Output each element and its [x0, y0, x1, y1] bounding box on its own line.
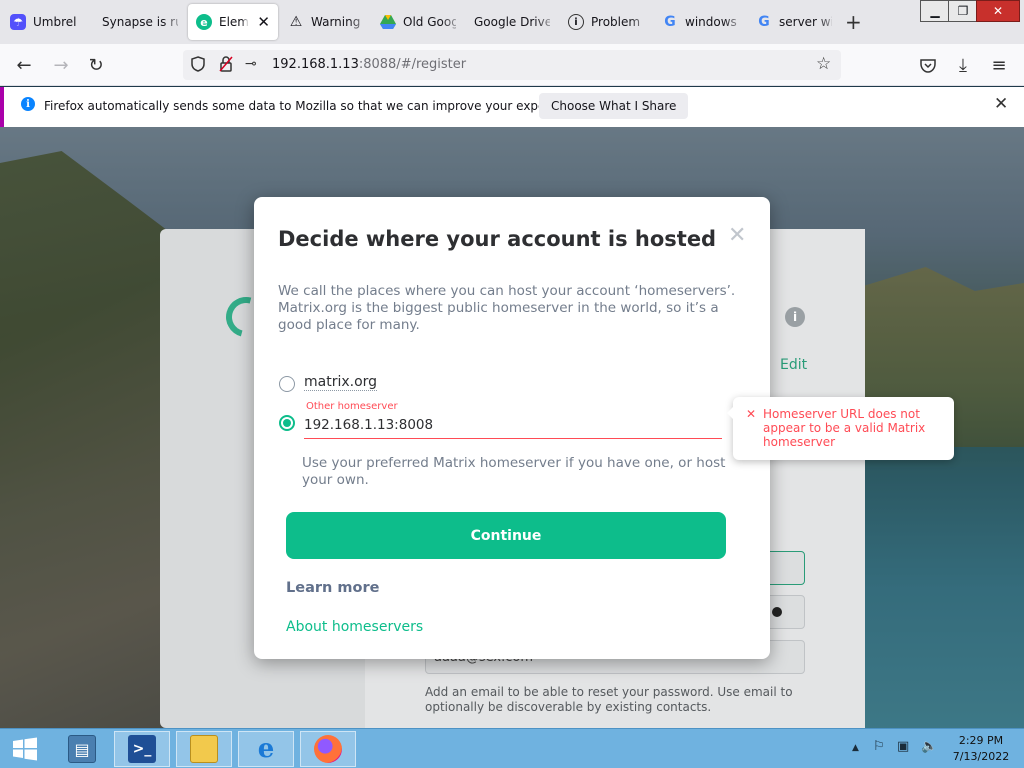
telemetry-notification: i Firefox automatically sends some data … [0, 87, 1024, 127]
back-icon[interactable]: ← [11, 53, 37, 77]
learn-more-heading: Learn more [286, 580, 380, 596]
other-homeserver-radio[interactable] [279, 415, 295, 431]
windows-logo-icon [13, 737, 37, 761]
close-tab-icon[interactable]: ✕ [257, 13, 270, 31]
url-bar[interactable]: ⊸ 192.168.1.13:8088/#/register ☆ [183, 50, 841, 80]
warning-icon: ⚠ [289, 14, 303, 30]
minimize-button[interactable]: ▁ [920, 0, 950, 22]
element-icon: e [196, 14, 212, 30]
info-icon: i [21, 97, 35, 111]
powershell-icon: >_ [128, 735, 156, 763]
flag-icon[interactable]: ⚐ [873, 739, 885, 754]
matrix-org-radio[interactable] [279, 376, 295, 392]
window-close-button[interactable]: ✕ [976, 0, 1020, 22]
firefox-icon [314, 735, 342, 763]
restore-button[interactable]: ❐ [948, 0, 978, 22]
forward-icon[interactable]: → [48, 53, 74, 77]
continue-button[interactable]: Continue [286, 512, 726, 559]
other-homeserver-description: Use your preferred Matrix homeserver if … [302, 455, 726, 488]
tab-windows[interactable]: G windows [654, 4, 746, 40]
insecure-lock-icon[interactable] [219, 56, 233, 76]
powershell-button[interactable]: >_ [114, 731, 170, 767]
dialog-description: We call the places where you can host yo… [278, 283, 736, 333]
error-message: Homeserver URL does not appear to be a v… [763, 407, 926, 449]
downloads-icon[interactable]: ⤓ [950, 53, 976, 77]
google-drive-icon [380, 14, 396, 30]
pocket-icon[interactable] [915, 53, 941, 77]
windows-taskbar: ▤ >_ e ▲ ⚐ ▣ 🔈 2:29 PM 7/13/2022 [0, 728, 1024, 768]
clock[interactable]: 2:29 PM 7/13/2022 [947, 733, 1015, 765]
close-icon[interactable]: ✕ [994, 94, 1008, 114]
network-icon[interactable]: ▣ [897, 739, 909, 754]
info-icon: i [568, 14, 584, 30]
internet-explorer-button[interactable]: e [238, 731, 294, 767]
tab-element[interactable]: e Element ✕ [188, 4, 278, 40]
info-icon[interactable]: i [785, 307, 805, 327]
firefox-button[interactable] [300, 731, 356, 767]
tab-umbrel[interactable]: ☂ Umbrel [2, 4, 94, 40]
shield-icon[interactable] [191, 56, 205, 76]
email-help-text: Add an email to be able to reset your pa… [425, 685, 793, 714]
server-manager-icon: ▤ [68, 735, 96, 763]
notification-text: Firefox automatically sends some data to… [44, 99, 587, 113]
matrix-org-label[interactable]: matrix.org [304, 374, 378, 391]
tab-strip: ☂ Umbrel Synapse is running e Element ✕ … [0, 0, 1024, 44]
validation-error-tooltip: ✕ Homeserver URL does not appear to be a… [727, 397, 954, 460]
tab-google-drive[interactable]: Google Drive [466, 4, 558, 40]
google-icon: G [664, 14, 676, 30]
tab-warning[interactable]: ⚠ Warning [280, 4, 372, 40]
show-hidden-icons-icon[interactable]: ▲ [852, 743, 859, 753]
umbrel-icon: ☂ [10, 14, 26, 30]
new-tab-button[interactable]: + [845, 10, 862, 34]
error-icon: ✕ [746, 407, 757, 421]
volume-muted-icon[interactable]: 🔈 [921, 739, 937, 754]
tab-synapse[interactable]: Synapse is running [94, 4, 186, 40]
file-explorer-button[interactable] [176, 731, 232, 767]
tab-server-win[interactable]: G server win [748, 4, 840, 40]
server-manager-button[interactable]: ▤ [54, 731, 110, 767]
navigation-bar: ← → ↻ ⊸ 192.168.1.13:8088/#/register ☆ ⤓… [0, 44, 1024, 86]
folder-icon [190, 735, 218, 763]
tab-old-google[interactable]: Old Google [372, 4, 464, 40]
dialog-title: Decide where your account is hosted [278, 227, 717, 251]
choose-what-i-share-button[interactable]: Choose What I Share [539, 93, 689, 119]
reload-icon[interactable]: ↻ [83, 53, 109, 77]
homeserver-url-input[interactable] [304, 411, 722, 439]
permissions-key-icon[interactable]: ⊸ [245, 56, 257, 72]
start-button[interactable] [0, 731, 50, 767]
close-icon[interactable]: ✕ [728, 225, 746, 247]
about-homeservers-link[interactable]: About homeservers [286, 619, 423, 635]
bookmark-star-icon[interactable]: ☆ [816, 54, 831, 74]
internet-explorer-icon: e [257, 734, 275, 764]
menu-icon[interactable]: ≡ [986, 53, 1012, 77]
edit-homeserver-link[interactable]: Edit [780, 357, 807, 373]
tab-problem[interactable]: i Problem [560, 4, 652, 40]
homeserver-dialog: Decide where your account is hosted ✕ We… [254, 197, 770, 659]
password-dot [772, 607, 782, 617]
url-text[interactable]: 192.168.1.13:8088/#/register [272, 57, 466, 72]
google-icon: G [758, 14, 770, 30]
